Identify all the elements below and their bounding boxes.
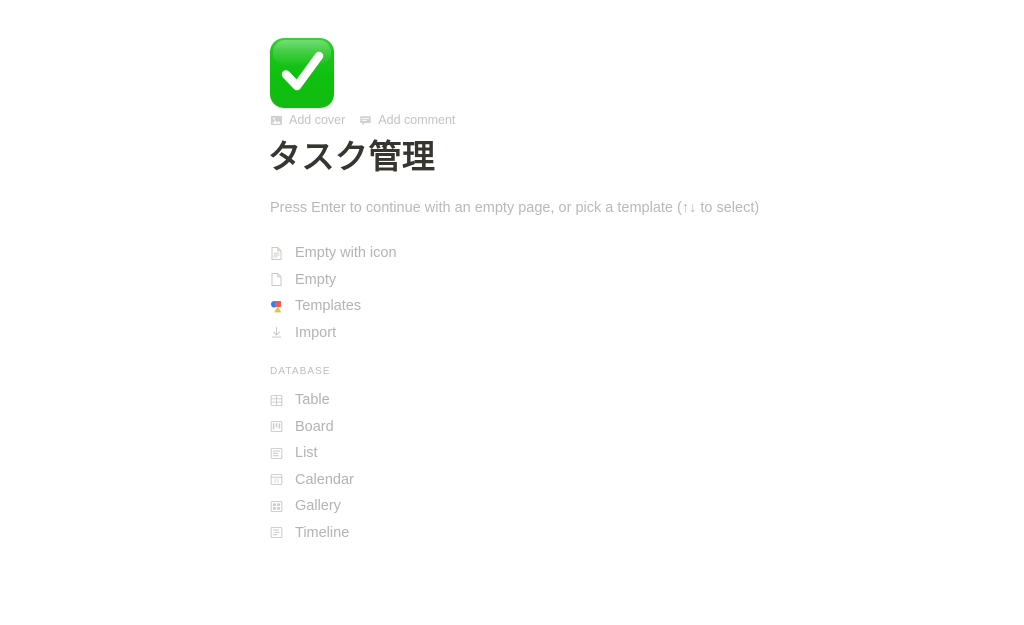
primary-template-menu: Empty with icon Empty Templates Import xyxy=(268,240,568,346)
menu-item-label: List xyxy=(295,445,318,462)
import-download-icon xyxy=(268,324,285,341)
menu-item-empty[interactable]: Empty xyxy=(268,267,568,294)
menu-item-import[interactable]: Import xyxy=(268,320,568,347)
menu-item-calendar[interactable]: 31 Calendar xyxy=(268,467,568,494)
templates-shapes-icon xyxy=(268,298,285,315)
template-hint-text: Press Enter to continue with an empty pa… xyxy=(270,200,760,216)
comment-icon xyxy=(359,114,372,127)
add-cover-button[interactable]: Add cover xyxy=(270,112,345,128)
table-grid-icon xyxy=(268,392,285,409)
board-columns-icon xyxy=(268,418,285,435)
gallery-tiles-icon xyxy=(268,498,285,515)
menu-item-gallery[interactable]: Gallery xyxy=(268,493,568,520)
list-lines-icon xyxy=(268,445,285,462)
menu-item-table[interactable]: Table xyxy=(268,387,568,414)
menu-item-list[interactable]: List xyxy=(268,440,568,467)
menu-item-label: Gallery xyxy=(295,498,341,515)
menu-item-label: Empty with icon xyxy=(295,245,397,262)
add-comment-label: Add comment xyxy=(378,113,456,127)
database-template-menu: Table Board List 31 Calendar Gallery Tim… xyxy=(268,387,568,546)
svg-text:31: 31 xyxy=(274,479,280,485)
green-check-emoji-icon xyxy=(270,38,334,108)
timeline-bars-icon xyxy=(268,524,285,541)
add-comment-button[interactable]: Add comment xyxy=(359,112,455,128)
menu-item-templates[interactable]: Templates xyxy=(268,293,568,320)
calendar-31-icon: 31 xyxy=(268,471,285,488)
notion-new-page: Add cover Add comment タスク管理 Press Enter … xyxy=(0,0,1024,625)
menu-item-label: Import xyxy=(295,324,337,341)
menu-item-label: Templates xyxy=(295,298,362,315)
database-section-label: DATABASE xyxy=(270,366,331,377)
menu-item-board[interactable]: Board xyxy=(268,414,568,441)
image-icon xyxy=(270,114,283,127)
menu-item-label: Timeline xyxy=(295,524,350,541)
menu-item-label: Calendar xyxy=(295,471,354,488)
menu-item-timeline[interactable]: Timeline xyxy=(268,520,568,547)
add-cover-label: Add cover xyxy=(289,113,346,127)
page-meta-actions: Add cover Add comment xyxy=(270,112,455,128)
menu-item-empty-with-icon[interactable]: Empty with icon xyxy=(268,240,568,267)
document-blank-icon xyxy=(268,271,285,288)
page-title[interactable]: タスク管理 xyxy=(268,136,436,178)
menu-item-label: Empty xyxy=(295,271,337,288)
menu-item-label: Board xyxy=(295,418,334,435)
page-icon-button[interactable] xyxy=(270,38,334,108)
menu-item-label: Table xyxy=(295,392,330,409)
document-lines-icon xyxy=(268,245,285,262)
